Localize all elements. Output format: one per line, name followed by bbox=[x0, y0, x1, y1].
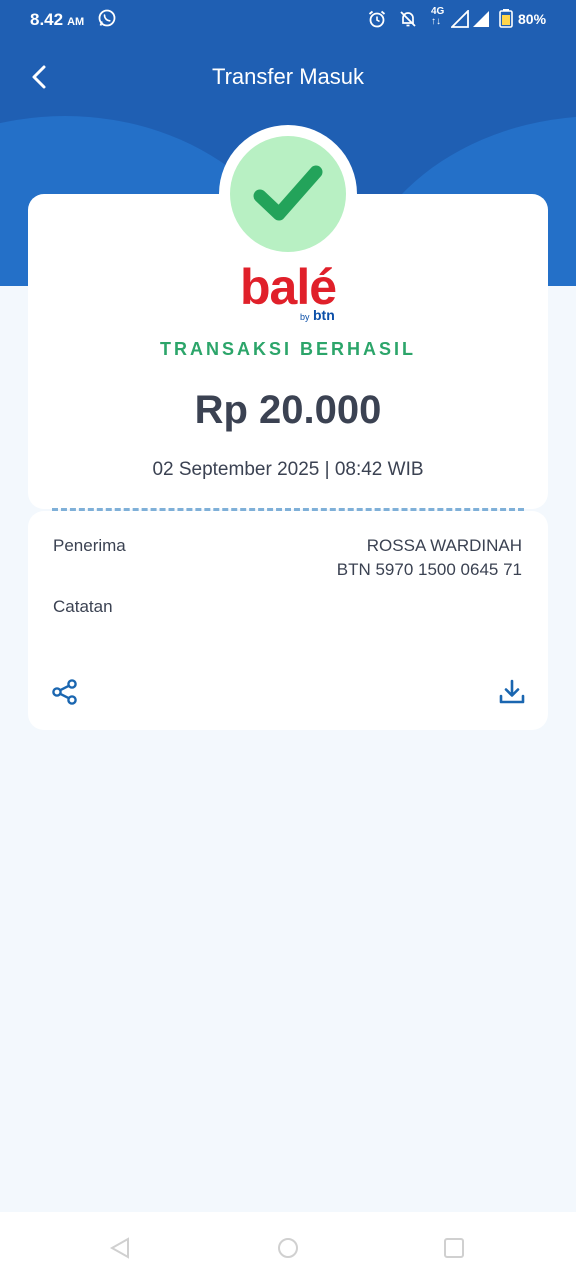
system-nav-bar bbox=[0, 1212, 576, 1280]
mute-notifications-icon bbox=[400, 11, 416, 27]
network-type: 4G ↑↓ bbox=[431, 6, 445, 27]
brand-sub: btn bbox=[313, 307, 335, 323]
recipient-label: Penerima bbox=[53, 536, 126, 555]
receipt-divider bbox=[52, 508, 524, 511]
success-badge bbox=[230, 136, 346, 252]
alarm-icon bbox=[368, 10, 386, 28]
brand-name: balé bbox=[239, 259, 337, 315]
bale-logo: balé by btn bbox=[0, 262, 576, 326]
share-icon[interactable] bbox=[51, 678, 79, 706]
transaction-amount: Rp 20.000 bbox=[194, 388, 382, 432]
nav-home-icon[interactable] bbox=[276, 1236, 300, 1260]
check-icon bbox=[253, 165, 323, 221]
recipient-name: ROSSA WARDINAH bbox=[366, 536, 522, 555]
battery-percent: 80% bbox=[518, 11, 547, 27]
battery-icon bbox=[499, 9, 513, 28]
status-time: 8.42 AM bbox=[30, 10, 85, 29]
transaction-datetime: 02 September 2025 | 08:42 WIB bbox=[152, 459, 424, 480]
whatsapp-icon bbox=[98, 9, 116, 27]
signal-icon-2 bbox=[473, 11, 489, 27]
brand-by: by bbox=[300, 312, 310, 322]
download-icon[interactable] bbox=[498, 678, 526, 706]
signal-icon bbox=[451, 10, 469, 28]
recipient-account: BTN 5970 1500 0645 71 bbox=[336, 560, 522, 579]
transaction-status: TRANSAKSI BERHASIL bbox=[159, 339, 416, 359]
nav-back-icon[interactable] bbox=[108, 1236, 132, 1260]
nav-recents-icon[interactable] bbox=[442, 1236, 466, 1260]
note-label: Catatan bbox=[53, 597, 113, 616]
page-title: Transfer Masuk bbox=[211, 64, 364, 89]
status-bar: 8.42 AM 4G ↑↓ 80% bbox=[0, 0, 576, 40]
